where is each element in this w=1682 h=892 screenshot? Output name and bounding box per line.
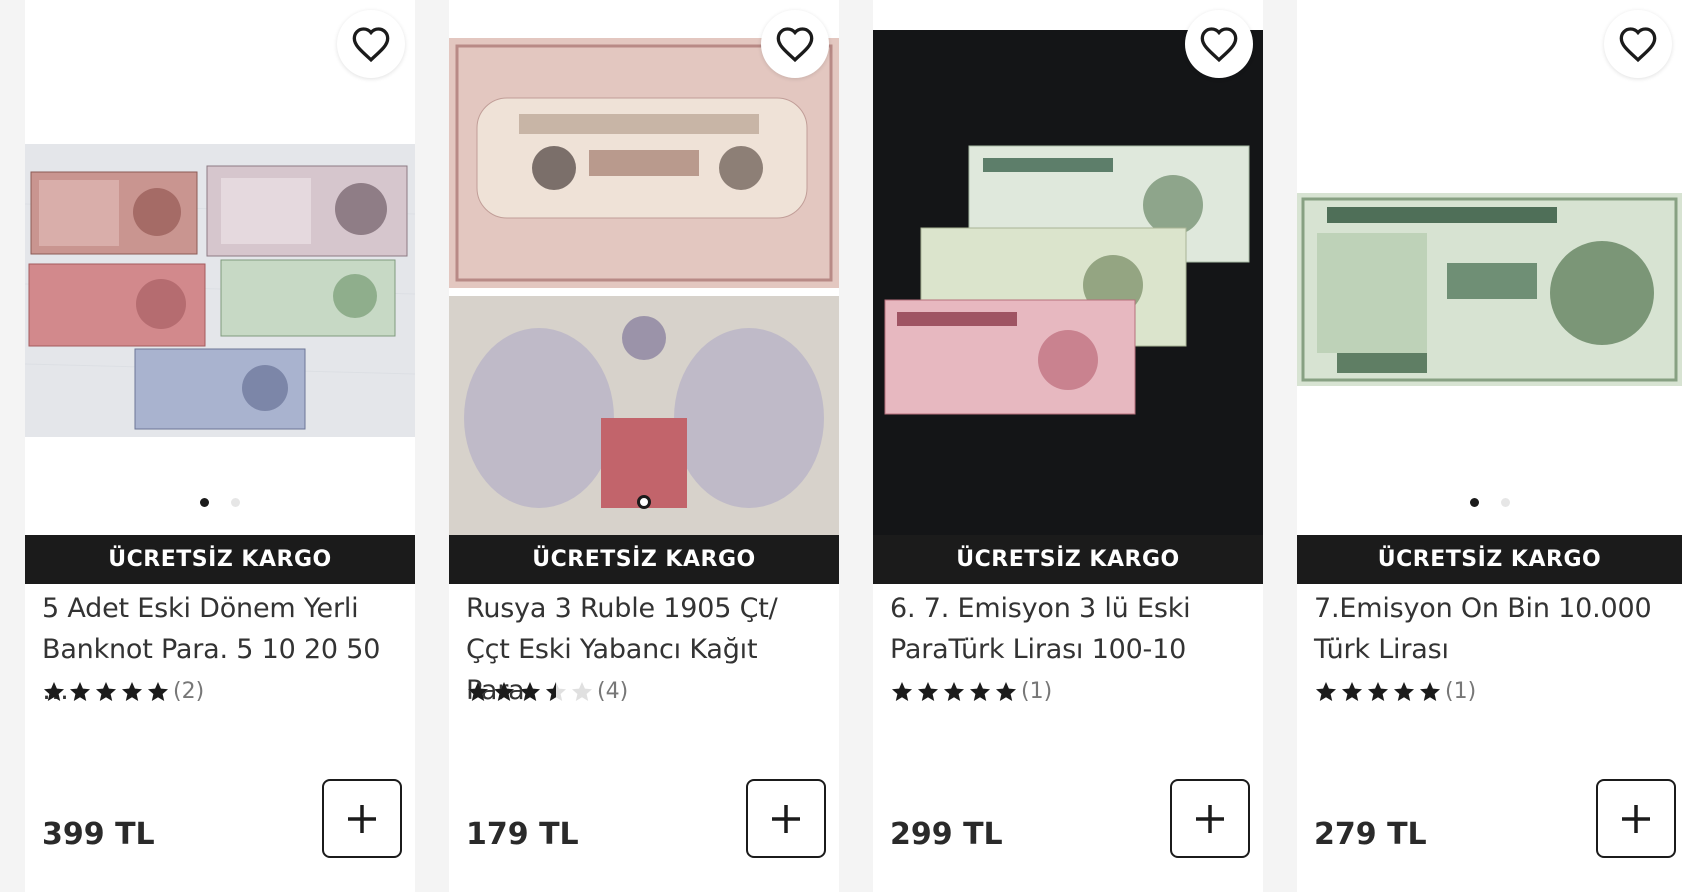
plus-icon [1622,804,1650,833]
add-to-cart-button[interactable] [1170,779,1250,858]
free-shipping-badge: ÜCRETSİZ KARGO [25,535,415,584]
star-rating [466,680,594,704]
star-filled-icon [122,681,142,701]
product-image[interactable] [1297,193,1682,386]
review-count: (2) [173,679,205,704]
product-title[interactable]: 7.Emisyon On Bin 10.000 Türk Lirası [1314,588,1664,670]
carousel-dots [1297,498,1682,507]
star-filled-icon [1342,681,1362,701]
product-image-area[interactable] [449,0,839,535]
product-image-area[interactable] [1297,0,1682,535]
star-filled-icon [1316,681,1336,701]
plus-icon [348,804,376,833]
favorite-button[interactable] [337,10,405,78]
product-card[interactable]: ÜCRETSİZ KARGO Rusya 3 Ruble 1905 Çt/Ççt… [449,0,839,892]
product-image[interactable] [449,38,839,535]
star-empty-icon [572,681,592,701]
favorite-button[interactable] [1604,10,1672,78]
plus-icon [772,804,800,833]
product-rating: (2) [42,679,204,704]
product-image[interactable] [25,144,415,437]
free-shipping-badge: ÜCRETSİZ KARGO [1297,535,1682,584]
carousel-dot[interactable] [1500,498,1510,507]
add-to-cart-button[interactable] [322,779,402,858]
product-price: 179 TL [466,817,579,852]
free-shipping-badge: ÜCRETSİZ KARGO [449,535,839,584]
favorite-button[interactable] [761,10,829,78]
heart-outline-icon [776,27,814,63]
star-filled-icon [44,681,64,701]
product-rating: (1) [890,679,1052,704]
star-filled-icon [892,681,912,701]
star-rating [42,680,170,704]
add-to-cart-button[interactable] [1596,779,1676,858]
star-rating [890,680,1018,704]
star-rating [1314,680,1442,704]
product-price: 279 TL [1314,817,1427,852]
review-count: (1) [1445,679,1477,704]
carousel-dots [449,495,839,509]
heart-outline-icon [1619,27,1657,63]
product-price: 399 TL [42,817,155,852]
product-card[interactable]: ÜCRETSİZ KARGO 5 Adet Eski Dönem Yerli B… [25,0,415,892]
star-filled-icon [148,681,168,701]
star-filled-icon [494,681,514,701]
free-shipping-badge: ÜCRETSİZ KARGO [873,535,1263,584]
product-image[interactable] [873,30,1263,535]
star-filled-icon [70,681,90,701]
star-filled-icon [1394,681,1414,701]
carousel-dot-active[interactable] [200,498,209,507]
banknote-photo [449,38,839,535]
banknotes-photo [25,144,415,437]
star-filled-icon [468,681,488,701]
star-half-icon [546,681,566,701]
carousel-dot-active[interactable] [1469,498,1479,507]
product-title[interactable]: 6. 7. Emisyon 3 lü Eski ParaTürk Lirası … [890,588,1245,670]
product-image-area[interactable] [873,0,1263,535]
product-card[interactable]: ÜCRETSİZ KARGO 6. 7. Emisyon 3 lü Eski P… [873,0,1263,892]
star-filled-icon [918,681,938,701]
plus-icon [1196,804,1224,833]
favorite-button[interactable] [1185,10,1253,78]
star-filled-icon [996,681,1016,701]
heart-outline-icon [352,27,390,63]
product-price: 299 TL [890,817,1003,852]
star-filled-icon [944,681,964,701]
star-filled-icon [1420,681,1440,701]
product-rating: (4) [466,679,628,704]
product-image-area[interactable] [25,0,415,535]
review-count: (4) [597,679,629,704]
banknote-photo [1297,193,1682,386]
carousel-dots [25,498,415,507]
heart-outline-icon [1200,27,1238,63]
star-filled-icon [96,681,116,701]
carousel-dot-active[interactable] [637,495,651,509]
add-to-cart-button[interactable] [746,779,826,858]
banknotes-on-black-photo [873,30,1263,535]
star-filled-icon [520,681,540,701]
product-card[interactable]: ÜCRETSİZ KARGO 7.Emisyon On Bin 10.000 T… [1297,0,1682,892]
carousel-dot[interactable] [231,498,240,507]
review-count: (1) [1021,679,1053,704]
star-filled-icon [970,681,990,701]
product-rating: (1) [1314,679,1476,704]
star-filled-icon [1368,681,1388,701]
product-grid: ÜCRETSİZ KARGO 5 Adet Eski Dönem Yerli B… [0,0,1682,892]
